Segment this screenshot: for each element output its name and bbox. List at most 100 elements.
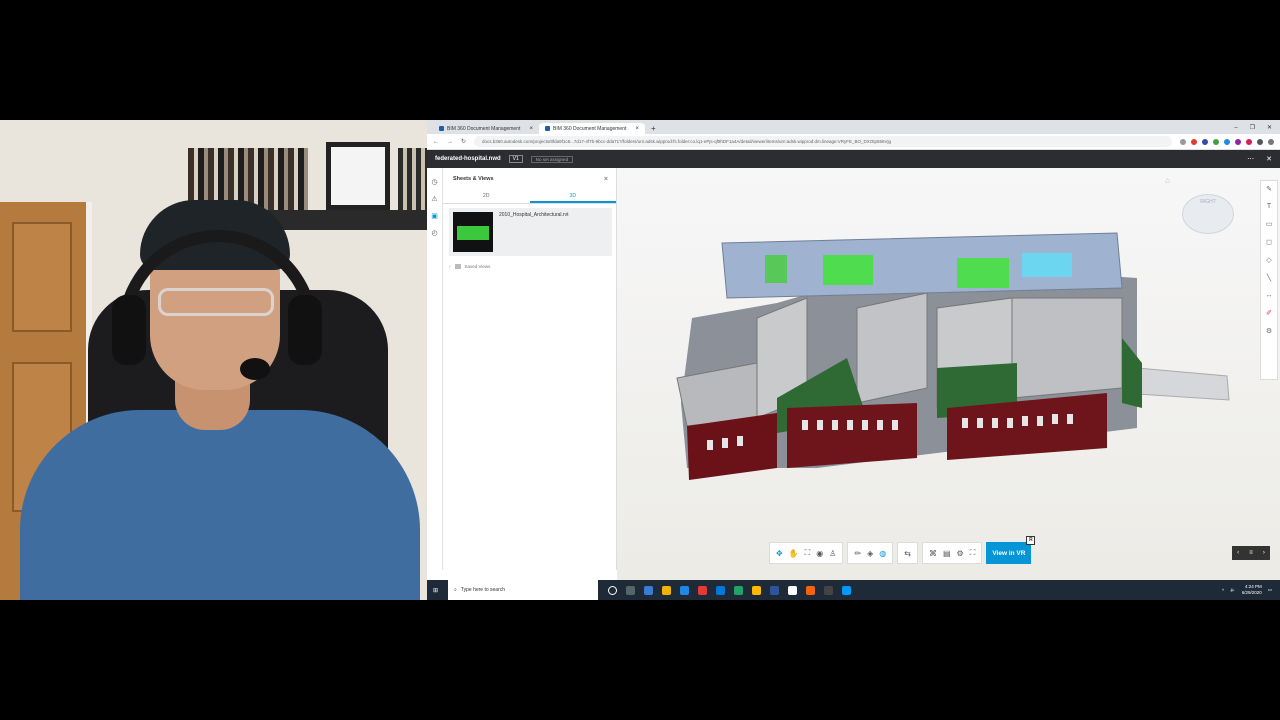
- version-badge[interactable]: V1: [508, 155, 523, 163]
- file-label: 2010_Hospital_Architectural.rvt: [499, 212, 569, 218]
- warning-icon[interactable]: ⚠: [431, 195, 437, 203]
- view-in-vr-button[interactable]: View in VR R: [986, 536, 1036, 564]
- close-icon[interactable]: ×: [529, 126, 533, 132]
- maximize-icon[interactable]: ❐: [1250, 123, 1255, 134]
- store-icon[interactable]: [644, 585, 654, 595]
- status-badge[interactable]: No set assigned: [530, 155, 574, 163]
- back-icon[interactable]: ←: [433, 139, 439, 145]
- extension-icon[interactable]: [1224, 138, 1230, 145]
- forward-icon[interactable]: →: [447, 139, 453, 145]
- close-viewer-icon[interactable]: ✕: [1266, 155, 1272, 163]
- saved-views-node[interactable]: › Saved Views: [449, 264, 616, 269]
- markup-icon[interactable]: ✎: [1266, 185, 1272, 193]
- cortana-icon[interactable]: [608, 585, 618, 595]
- orbit-icon[interactable]: ✥: [776, 549, 783, 558]
- walk-icon[interactable]: ♙: [829, 549, 836, 558]
- taskbar-search[interactable]: ⌕ Type here to search: [448, 580, 599, 600]
- date: 6/29/2020: [1241, 590, 1262, 595]
- tab-label: BIM 360 Document Management: [553, 125, 627, 132]
- microphone: [240, 358, 270, 380]
- polygon-icon[interactable]: ◇: [1266, 256, 1271, 264]
- star-icon[interactable]: [1180, 138, 1186, 145]
- clock[interactable]: 4:24 PM 6/29/2020: [1242, 584, 1262, 596]
- app-header: federated-hospital.nwd V1 No set assigne…: [427, 150, 1280, 168]
- notifications-icon[interactable]: ▭: [1268, 587, 1272, 593]
- sheets-icon[interactable]: ▣: [431, 212, 438, 220]
- model-thumbnail: [453, 212, 493, 252]
- browser-tab[interactable]: BIM 360 Document Management ×: [433, 123, 539, 134]
- model-browser-icon[interactable]: ⌘: [929, 549, 937, 558]
- section-icon[interactable]: ◈: [867, 549, 873, 558]
- settings-icon[interactable]: ⚙: [1266, 327, 1272, 335]
- more-icon[interactable]: ⋯: [1247, 155, 1254, 163]
- extension-icon[interactable]: [1202, 138, 1208, 145]
- vscode-icon[interactable]: [842, 585, 852, 595]
- list-item[interactable]: 2010_Hospital_Architectural.rvt: [449, 208, 612, 256]
- browser-tab-active[interactable]: BIM 360 Document Management ×: [539, 123, 645, 134]
- chevron-right-icon: ›: [449, 264, 451, 269]
- line-icon[interactable]: ╲: [1267, 274, 1271, 282]
- windows-start-icon[interactable]: ⊞: [433, 587, 438, 594]
- fullscreen-icon[interactable]: ⛶: [970, 548, 976, 558]
- tab-2d[interactable]: 2D: [443, 190, 530, 203]
- text-icon[interactable]: T: [1267, 203, 1271, 210]
- right-toolbar: ✎ T ▭ ◻ ◇ ╲ ↔ ✐ ⚙: [1260, 180, 1278, 380]
- reload-icon[interactable]: ↻: [461, 138, 466, 145]
- new-tab-button[interactable]: +: [651, 123, 656, 134]
- excel-icon[interactable]: [734, 585, 744, 595]
- close-window-icon[interactable]: ✕: [1267, 123, 1272, 134]
- view-cube[interactable]: RIGHT: [1182, 194, 1234, 234]
- app-icon[interactable]: [806, 585, 816, 595]
- chevron-up-icon[interactable]: ^: [1222, 588, 1224, 593]
- folder-icon[interactable]: [752, 585, 762, 595]
- extension-icon[interactable]: [1235, 138, 1241, 145]
- webcam-feed: [0, 120, 427, 600]
- app-icon[interactable]: [824, 585, 834, 595]
- extensions: [1180, 138, 1274, 145]
- building-model: [676, 232, 1230, 480]
- shape-icon[interactable]: ◻: [1266, 238, 1272, 246]
- settings-icon[interactable]: ⚙: [957, 549, 964, 558]
- menu-icon[interactable]: [1268, 138, 1274, 145]
- model-viewer-canvas[interactable]: ⌂ RIGHT ✎ T ▭ ◻ ◇ ╲ ↔ ✐ ⚙ ✥ ✋ ⛶ ◉ ♙ ✏ ◈ …: [617, 168, 1280, 580]
- camera-icon[interactable]: ◉: [816, 549, 823, 558]
- close-icon[interactable]: ×: [635, 126, 639, 132]
- explode-icon[interactable]: ◍: [879, 549, 886, 558]
- word-icon[interactable]: [770, 585, 780, 595]
- home-icon[interactable]: ⌂: [1165, 176, 1170, 185]
- measure-icon[interactable]: ✏: [854, 549, 861, 558]
- compare-tools: ⇆: [897, 542, 918, 564]
- folder-icon: [454, 264, 461, 269]
- minimize-icon[interactable]: –: [1234, 123, 1237, 134]
- pen-color-icon[interactable]: ✐: [1266, 309, 1272, 317]
- volume-icon[interactable]: 🔈: [1230, 587, 1236, 593]
- extension-icon[interactable]: [1191, 138, 1197, 145]
- compare-icon[interactable]: ⇆: [904, 549, 911, 558]
- zoom-icon[interactable]: ⛶: [805, 548, 811, 558]
- chrome-icon[interactable]: [698, 585, 708, 595]
- file-explorer-icon[interactable]: [662, 585, 672, 595]
- profile-avatar[interactable]: [1257, 138, 1263, 145]
- sheet-pager: ‹ ≡ ›: [1232, 546, 1270, 560]
- list-icon[interactable]: ≡: [1249, 550, 1253, 556]
- url-field[interactable]: docs.b360.autodesk.com/projects/8fda9f1c…: [474, 136, 1172, 147]
- history-icon[interactable]: ◷: [431, 178, 437, 186]
- mail-icon[interactable]: [680, 585, 690, 595]
- chevron-right-icon[interactable]: ›: [1263, 550, 1265, 556]
- properties-icon[interactable]: ▤: [943, 549, 951, 558]
- pan-icon[interactable]: ✋: [789, 549, 799, 558]
- chevron-left-icon[interactable]: ‹: [1237, 550, 1239, 556]
- taskbar-apps: [608, 585, 852, 595]
- tab-3d[interactable]: 3D: [529, 190, 616, 203]
- panel-tabs: 2D 3D: [443, 190, 616, 204]
- extension-icon[interactable]: [1213, 138, 1219, 145]
- clock-icon[interactable]: ◴: [431, 229, 437, 237]
- video-frame: BIM 360 Document Management × BIM 360 Do…: [0, 120, 1280, 600]
- arrow-icon[interactable]: ↔: [1266, 292, 1273, 299]
- extension-icon[interactable]: [1246, 138, 1252, 145]
- task-view-icon[interactable]: [626, 585, 636, 595]
- chrome-icon[interactable]: [788, 585, 798, 595]
- edge-icon[interactable]: [716, 585, 726, 595]
- close-icon[interactable]: ×: [604, 176, 608, 183]
- callout-icon[interactable]: ▭: [1266, 220, 1273, 228]
